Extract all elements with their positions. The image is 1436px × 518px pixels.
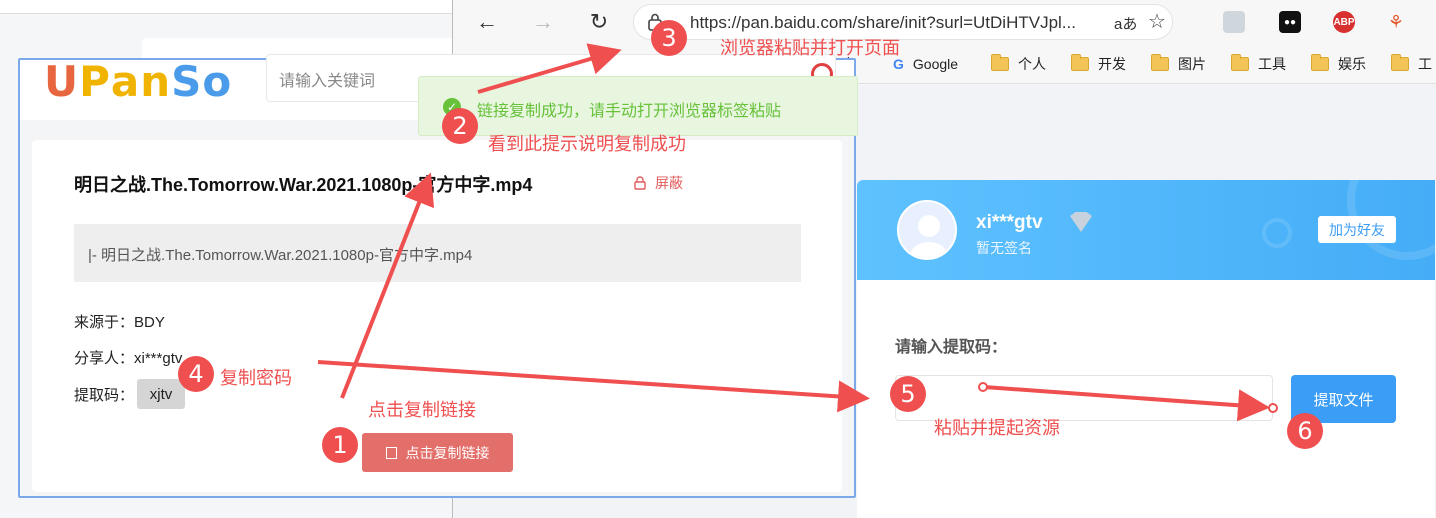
arrow-step2: [477, 43, 622, 94]
arrow-end-dot: [1268, 403, 1278, 413]
step-6-badge: 6: [1287, 413, 1323, 449]
step-2-badge: 2: [442, 108, 478, 144]
step-5-badge: 5: [890, 376, 926, 412]
arrow-step4: [317, 360, 870, 413]
arrow-step5: [983, 385, 1270, 422]
arrow-start-dot: [978, 382, 988, 392]
note-step4: 复制密码: [220, 368, 292, 388]
note-step2: 看到此提示说明复制成功: [488, 134, 686, 154]
note-step1: 点击复制链接: [368, 400, 476, 420]
annotation-arrows: [317, 43, 1278, 422]
note-step3: 浏览器粘贴并打开页面: [720, 38, 900, 58]
note-step5: 粘贴并提起资源: [934, 418, 1060, 438]
step-3-badge: 3: [651, 20, 687, 56]
step-4-badge: 4: [178, 356, 214, 392]
step-1-badge: 1: [322, 427, 358, 463]
